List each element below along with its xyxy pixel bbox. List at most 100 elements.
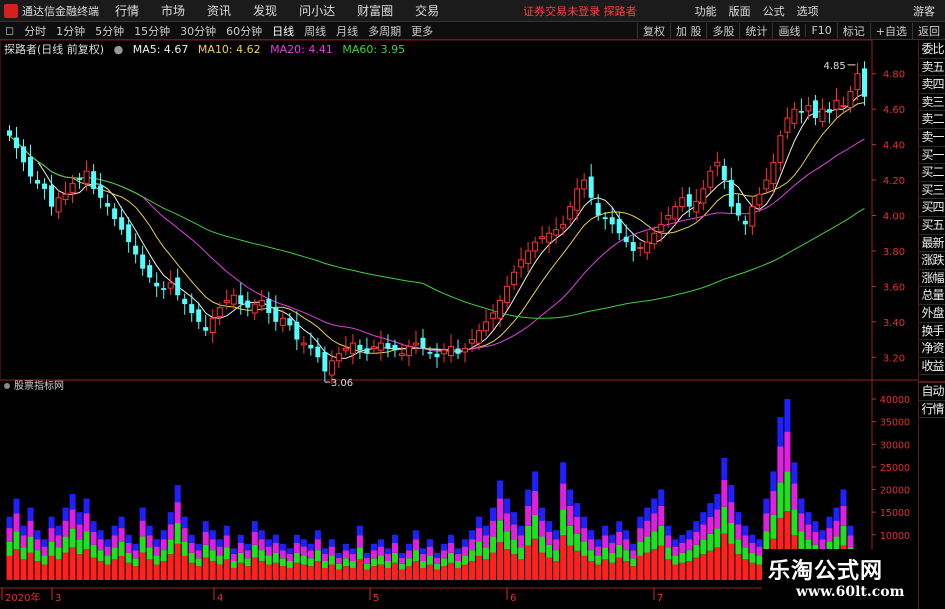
side-button-1[interactable]: 卖五 [919, 59, 945, 77]
volume-seg [342, 566, 349, 580]
side-button-15[interactable]: 外盘 [919, 305, 945, 323]
volume-seg [630, 550, 637, 559]
toolbar-fuquan[interactable]: 复权 [636, 22, 670, 39]
volume-seg [707, 503, 714, 517]
toolbar-square-icon[interactable]: ◻ [0, 24, 19, 37]
toolbar-fanhui[interactable]: 返回 [912, 22, 945, 39]
guest-label[interactable]: 游客 [913, 3, 935, 19]
side-button-14[interactable]: 总量 [919, 287, 945, 305]
toolbar-f10[interactable]: F10 [805, 24, 836, 37]
side-button-13[interactable]: 涨幅 [919, 270, 945, 288]
toolbar-tongji[interactable]: 统计 [739, 22, 772, 39]
candle-body [455, 348, 461, 354]
volume-seg [76, 539, 83, 555]
period-5min[interactable]: 5分钟 [90, 23, 129, 39]
side-button2-1[interactable]: 行情 [919, 401, 945, 419]
volume-seg [616, 531, 623, 545]
candle-body [616, 219, 622, 234]
side-button-11[interactable]: 最新 [919, 235, 945, 253]
volume-seg [728, 543, 735, 580]
volume-seg [370, 550, 377, 559]
candle-body [497, 300, 504, 319]
candle-body [216, 307, 223, 318]
side-button-9[interactable]: 买四 [919, 199, 945, 217]
volume-seg [111, 525, 118, 536]
period-60min[interactable]: 60分钟 [221, 23, 267, 39]
candle-body [308, 344, 314, 349]
side-button-12[interactable]: 涨跌 [919, 252, 945, 270]
candle-body [126, 224, 132, 243]
menu-item-faxian[interactable]: 发现 [253, 2, 277, 19]
volume-seg [300, 546, 307, 556]
side-button-16[interactable]: 换手 [919, 323, 945, 341]
volume-seg [202, 531, 209, 545]
kline-chart[interactable]: 4.80 4.60 4.40 4.20 4.00 3.80 3.60 3.40 3.20 4000… [0, 40, 918, 609]
toolbar-duogu[interactable]: 多股 [706, 22, 739, 39]
period-more[interactable]: 更多 [406, 23, 438, 39]
period-monthly[interactable]: 月线 [331, 23, 363, 39]
volume-seg [497, 542, 504, 580]
menu-item-zixun[interactable]: 资讯 [207, 2, 231, 19]
volume-seg [539, 536, 546, 553]
side-button2-0[interactable]: 自动 [919, 383, 945, 401]
menu-item-gongneng[interactable]: 功能 [695, 3, 717, 19]
side-button-18[interactable]: 收益 [919, 358, 945, 376]
volume-seg [391, 542, 398, 553]
volume-seg [97, 550, 104, 562]
menu-item-caifuquan[interactable]: 财富圈 [357, 2, 393, 19]
volume-seg [97, 539, 104, 551]
login-warning[interactable]: 证券交易未登录 探路者 [523, 3, 637, 19]
volume-seg [749, 552, 756, 563]
side-button-7[interactable]: 买二 [919, 164, 945, 182]
volume-seg [223, 525, 230, 536]
period-1min[interactable]: 1分钟 [51, 23, 90, 39]
side-button-2[interactable]: 卖四 [919, 76, 945, 94]
period-multi[interactable]: 多周期 [363, 23, 406, 39]
volume-seg [455, 567, 462, 580]
menu-item-xuanxiang[interactable]: 选项 [797, 3, 819, 19]
side-button-8[interactable]: 买三 [919, 182, 945, 200]
volume-seg [300, 539, 307, 547]
side-button-5[interactable]: 卖一 [919, 129, 945, 147]
volume-seg [118, 516, 125, 529]
side-button-3[interactable]: 卖三 [919, 94, 945, 112]
menu-item-gongshi[interactable]: 公式 [763, 3, 785, 19]
volume-seg [504, 531, 511, 550]
candle-body [98, 185, 104, 198]
period-15min[interactable]: 15分钟 [129, 23, 175, 39]
volume-seg [462, 546, 469, 556]
side-button-10[interactable]: 买五 [919, 217, 945, 235]
volume-seg [581, 542, 588, 556]
volume-seg [202, 544, 209, 558]
volume-seg [511, 554, 518, 580]
menu-item-jiaoyi[interactable]: 交易 [415, 2, 439, 19]
volume-seg [398, 563, 405, 570]
volume-seg [581, 555, 588, 580]
toolbar-zixuan[interactable]: +自选 [869, 22, 912, 39]
menu-item-banmian[interactable]: 版面 [729, 3, 751, 19]
candle-body [258, 300, 265, 307]
volume-seg [27, 520, 34, 537]
period-30min[interactable]: 30分钟 [175, 23, 221, 39]
toolbar-jiagu[interactable]: 加 股 [669, 22, 707, 39]
side-button-6[interactable]: 买一 [919, 147, 945, 165]
volume-seg [300, 555, 307, 565]
volume-seg [181, 555, 188, 580]
candle-body [791, 108, 798, 124]
volume-seg [560, 535, 567, 580]
volume-seg [251, 557, 258, 580]
volume-seg [111, 547, 118, 560]
toolbar-huaxian[interactable]: 画线 [772, 22, 805, 39]
period-daily[interactable]: 日线 [267, 23, 299, 39]
menu-item-shichang[interactable]: 市场 [161, 2, 185, 19]
side-button-17[interactable]: 净资 [919, 340, 945, 358]
toolbar-biaoji[interactable]: 标记 [836, 22, 870, 39]
side-button-0[interactable]: 委比 [919, 41, 945, 59]
period-weekly[interactable]: 周线 [299, 23, 331, 39]
period-fenshi[interactable]: 分时 [19, 23, 51, 39]
candle-body [245, 300, 251, 308]
volume-seg [602, 559, 609, 580]
menu-item-hangqing[interactable]: 行情 [115, 2, 139, 19]
menu-item-wenxiaoda[interactable]: 问小达 [299, 2, 335, 19]
side-button-4[interactable]: 卖二 [919, 111, 945, 129]
